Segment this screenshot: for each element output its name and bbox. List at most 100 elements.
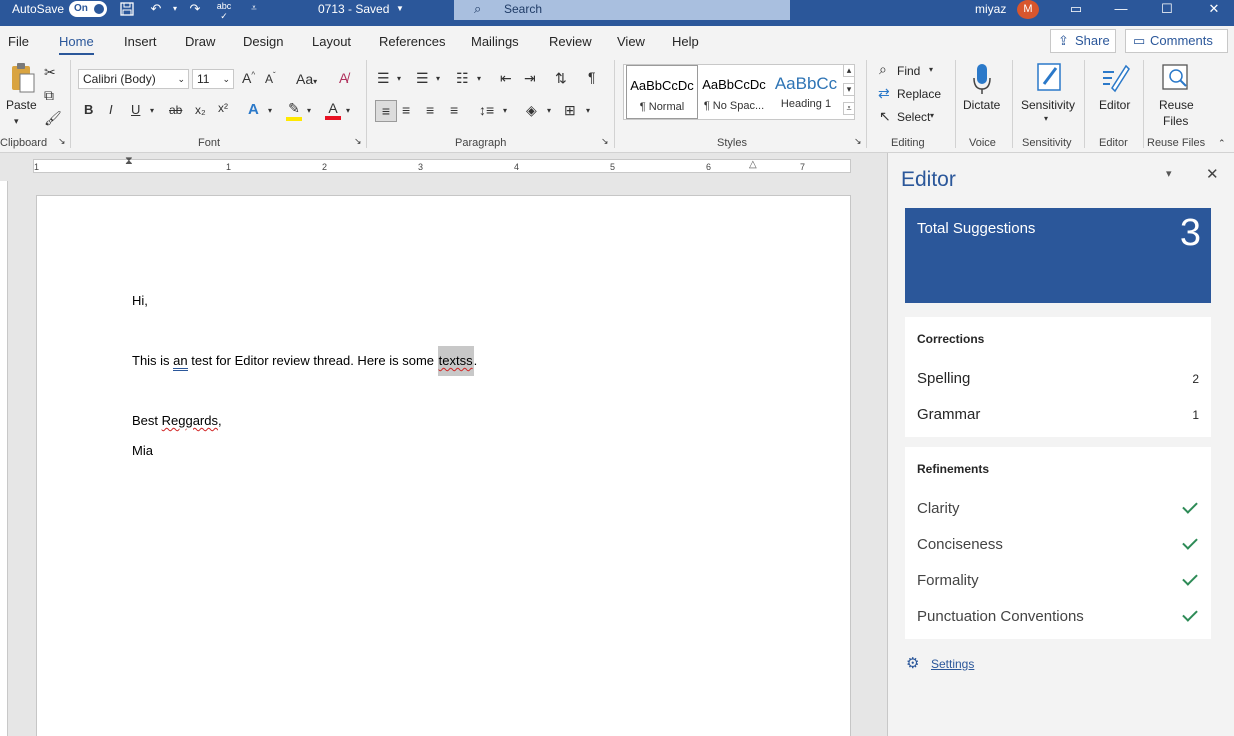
increase-indent-icon[interactable]: ⇥ bbox=[524, 70, 536, 87]
search-box[interactable]: ⌕ Search bbox=[454, 0, 790, 20]
microphone-icon[interactable] bbox=[970, 62, 994, 96]
align-right-icon[interactable]: ≡ bbox=[426, 102, 434, 118]
tab-mailings[interactable]: Mailings bbox=[471, 34, 519, 49]
signature-text[interactable]: Mia bbox=[132, 443, 153, 458]
change-case-icon[interactable]: Aa▾ bbox=[296, 71, 317, 87]
font-color-dropdown-icon[interactable]: ▾ bbox=[346, 106, 350, 115]
font-name-dropdown[interactable]: Calibri (Body) ⌄ bbox=[78, 69, 189, 89]
format-painter-icon[interactable]: 🖌 bbox=[44, 110, 62, 127]
styles-launcher-icon[interactable]: ↘ bbox=[854, 136, 862, 147]
styles-scroll-down-icon[interactable]: ▾ bbox=[843, 83, 855, 96]
shrink-font-icon[interactable]: Aˇ bbox=[265, 71, 276, 86]
select-button[interactable]: Select bbox=[897, 110, 930, 124]
underline-button[interactable]: U bbox=[131, 102, 140, 117]
strikethrough-button[interactable]: ab bbox=[169, 103, 182, 117]
editor-button[interactable]: Editor bbox=[1099, 98, 1130, 112]
multilevel-dropdown-icon[interactable]: ▾ bbox=[477, 74, 481, 83]
line-spacing-icon[interactable]: ↕≡ bbox=[479, 102, 494, 118]
undo-icon[interactable]: ↶ bbox=[147, 1, 165, 17]
right-indent-marker-icon[interactable]: △ bbox=[749, 159, 757, 170]
find-button[interactable]: Find bbox=[897, 64, 920, 78]
highlight-icon[interactable]: ✎ bbox=[286, 100, 302, 121]
body-paragraph[interactable]: This is an test for Editor review thread… bbox=[132, 346, 477, 376]
paragraph-launcher-icon[interactable]: ↘ bbox=[601, 136, 609, 147]
tab-help[interactable]: Help bbox=[672, 34, 699, 49]
clear-formatting-icon[interactable]: A̸ bbox=[339, 70, 348, 86]
show-formatting-button[interactable]: ¶ bbox=[588, 69, 596, 85]
total-suggestions-card[interactable]: Total Suggestions 3 bbox=[905, 208, 1211, 303]
align-left-icon[interactable]: ≡ bbox=[375, 100, 397, 122]
style-no-spacing[interactable]: AaBbCcDc ¶ No Spac... bbox=[698, 65, 770, 119]
grammar-row[interactable]: Grammar 1 bbox=[917, 406, 1199, 432]
undo-dropdown-icon[interactable]: ▾ bbox=[166, 1, 184, 17]
grammar-issue[interactable]: an bbox=[173, 353, 188, 371]
reuse-label-line1[interactable]: Reuse bbox=[1159, 98, 1194, 112]
style-normal[interactable]: AaBbCcDc ¶ Normal bbox=[626, 65, 698, 119]
spelling-row[interactable]: Spelling 2 bbox=[917, 370, 1199, 396]
refinement-clarity[interactable]: Clarity bbox=[917, 498, 1199, 526]
copy-icon[interactable]: ⧉ bbox=[44, 87, 54, 104]
select-dropdown-icon[interactable]: ▾ bbox=[930, 111, 934, 120]
line-spacing-dropdown-icon[interactable]: ▾ bbox=[503, 106, 507, 115]
select-icon[interactable]: ↖ bbox=[879, 108, 891, 125]
paste-icon[interactable] bbox=[8, 62, 38, 96]
find-icon[interactable]: ⌕ bbox=[879, 61, 887, 78]
sensitivity-dropdown-icon[interactable]: ▾ bbox=[1044, 114, 1048, 123]
paste-label[interactable]: Paste bbox=[6, 98, 37, 112]
redo-icon[interactable]: ↷ bbox=[186, 1, 204, 17]
font-color-icon[interactable]: A bbox=[325, 100, 341, 120]
tab-design[interactable]: Design bbox=[243, 34, 283, 49]
close-icon[interactable]: ✕ bbox=[1205, 1, 1223, 17]
title-dropdown-icon[interactable]: ▼ bbox=[396, 0, 404, 18]
style-heading-1[interactable]: AaBbCc Heading 1 bbox=[770, 65, 842, 119]
paste-dropdown-icon[interactable]: ▾ bbox=[14, 116, 19, 127]
text-effects-icon[interactable]: A bbox=[248, 101, 259, 118]
reuse-files-icon[interactable] bbox=[1160, 62, 1192, 94]
maximize-icon[interactable]: ☐ bbox=[1158, 1, 1176, 17]
settings-link[interactable]: Settings bbox=[931, 657, 974, 671]
spelling-issue-selected[interactable]: textss bbox=[437, 346, 474, 376]
underline-dropdown-icon[interactable]: ▾ bbox=[150, 106, 154, 115]
tab-file[interactable]: File bbox=[8, 34, 29, 49]
decrease-indent-icon[interactable]: ⇤ bbox=[500, 70, 512, 87]
tab-references[interactable]: References bbox=[379, 34, 445, 49]
multilevel-list-icon[interactable]: ☷ bbox=[456, 70, 469, 87]
reuse-label-line2[interactable]: Files bbox=[1163, 114, 1188, 128]
font-size-dropdown[interactable]: 11 ⌄ bbox=[192, 69, 234, 89]
sensitivity-button[interactable]: Sensitivity bbox=[1021, 98, 1075, 112]
borders-dropdown-icon[interactable]: ▾ bbox=[586, 106, 590, 115]
tab-view[interactable]: View bbox=[617, 34, 645, 49]
text-effects-dropdown-icon[interactable]: ▾ bbox=[268, 106, 272, 115]
bullets-icon[interactable]: ☰ bbox=[377, 70, 390, 87]
grow-font-icon[interactable]: A^ bbox=[242, 70, 255, 86]
refinement-conciseness[interactable]: Conciseness bbox=[917, 534, 1199, 562]
tab-layout[interactable]: Layout bbox=[312, 34, 351, 49]
dictate-button[interactable]: Dictate bbox=[963, 98, 1000, 112]
comments-button[interactable]: ▭ Comments bbox=[1125, 29, 1228, 53]
tab-draw[interactable]: Draw bbox=[185, 34, 215, 49]
clipboard-launcher-icon[interactable]: ↘ bbox=[58, 136, 66, 147]
sensitivity-icon[interactable] bbox=[1036, 60, 1064, 94]
cut-icon[interactable]: ✂ bbox=[44, 64, 56, 81]
shading-dropdown-icon[interactable]: ▾ bbox=[547, 106, 551, 115]
ribbon-display-icon[interactable]: ▭ bbox=[1067, 1, 1085, 17]
tab-insert[interactable]: Insert bbox=[124, 34, 157, 49]
settings-icon[interactable]: ⚙ bbox=[906, 654, 919, 672]
avatar[interactable]: M bbox=[1017, 0, 1039, 19]
close-pane-icon[interactable]: ✕ bbox=[1206, 165, 1219, 183]
pane-options-icon[interactable]: ▾ bbox=[1166, 167, 1172, 180]
italic-button[interactable]: I bbox=[109, 102, 113, 117]
subscript-button[interactable]: x₂ bbox=[195, 103, 206, 117]
replace-button[interactable]: Replace bbox=[897, 87, 941, 101]
indent-marker-icon[interactable]: ⧗ bbox=[125, 155, 133, 168]
shading-icon[interactable]: ◈ bbox=[526, 102, 537, 119]
collapse-ribbon-icon[interactable]: ⌃ bbox=[1218, 138, 1226, 149]
justify-icon[interactable]: ≡ bbox=[450, 102, 458, 118]
save-icon[interactable] bbox=[118, 1, 136, 17]
bullets-dropdown-icon[interactable]: ▾ bbox=[397, 74, 401, 83]
greeting-text[interactable]: Hi, bbox=[132, 293, 148, 308]
editor-icon[interactable] bbox=[1100, 60, 1130, 94]
styles-more-icon[interactable]: ⩡ bbox=[843, 102, 855, 115]
numbering-dropdown-icon[interactable]: ▾ bbox=[436, 74, 440, 83]
closing-line[interactable]: Best Reggards, bbox=[132, 413, 222, 428]
